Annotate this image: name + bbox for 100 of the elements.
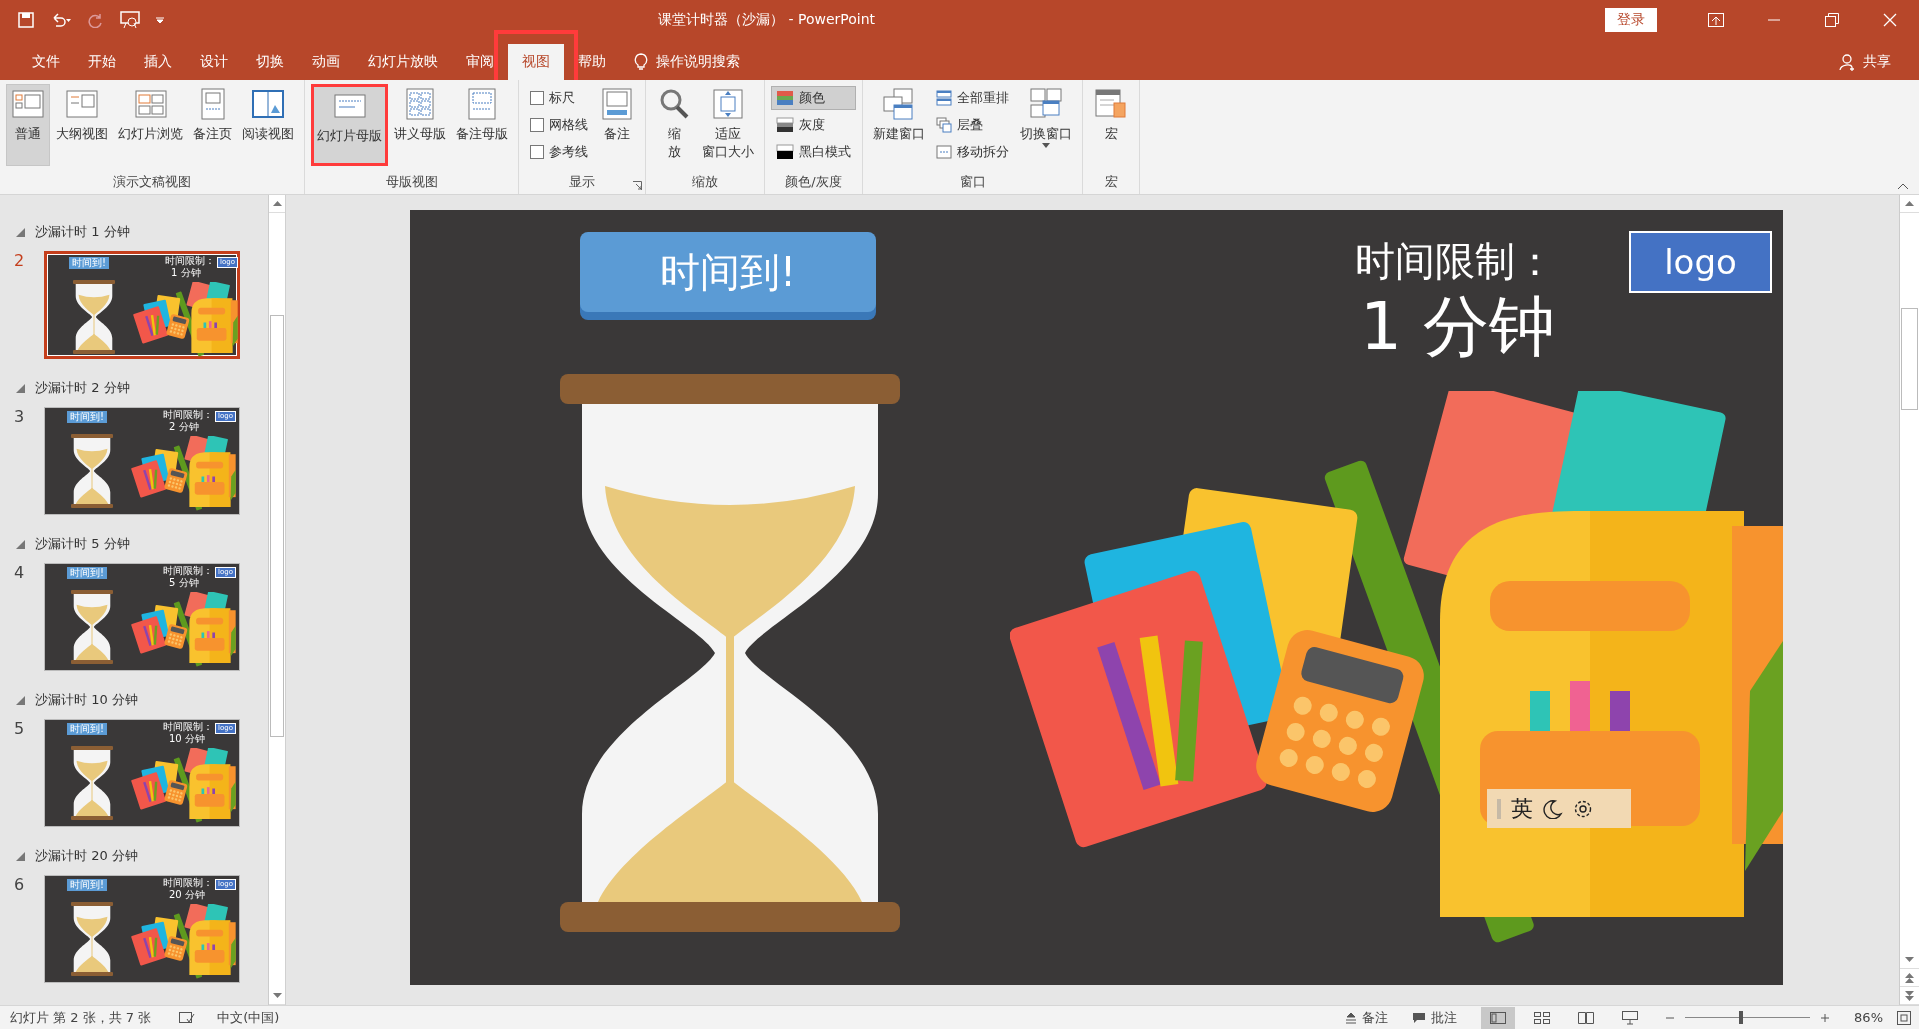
ribbon-button[interactable]: 备注母版 bbox=[452, 84, 512, 166]
drag-handle-icon bbox=[1497, 798, 1501, 819]
ribbon-tab[interactable]: 审阅 bbox=[452, 44, 508, 80]
ribbon-button[interactable]: 备注页 bbox=[189, 84, 236, 166]
language-indicator[interactable]: 中文(中国) bbox=[217, 1008, 280, 1027]
thumbnail-duration: 2 分钟 bbox=[169, 422, 199, 432]
ribbon-tab[interactable]: 视图 bbox=[508, 44, 564, 80]
zoom-in-icon bbox=[1820, 1012, 1831, 1023]
ribbon-button[interactable]: 全部重排 bbox=[931, 86, 1014, 110]
fit-slide-icon bbox=[1897, 1010, 1911, 1025]
slide-grid-icon bbox=[133, 87, 168, 121]
notes-button[interactable]: 备注 bbox=[1345, 1008, 1389, 1027]
grid-view-icon bbox=[1534, 1011, 1551, 1024]
close-icon bbox=[1883, 13, 1897, 27]
previous-slide-icon bbox=[1905, 972, 1914, 983]
move-split-icon bbox=[936, 144, 952, 160]
group-label: 母版视图 bbox=[385, 173, 438, 191]
checkbox[interactable] bbox=[530, 118, 544, 132]
group-label: 演示文稿视图 bbox=[113, 173, 191, 191]
ribbon-button[interactable]: 新建窗口 bbox=[869, 84, 929, 166]
zoom-slider-thumb[interactable] bbox=[1739, 1011, 1744, 1024]
checkbox-label: 参考线 bbox=[549, 143, 588, 161]
next-slide-icon bbox=[1905, 990, 1914, 1001]
save-icon bbox=[18, 12, 34, 28]
undo-icon bbox=[50, 12, 72, 28]
ime-toolbar[interactable]: 英 bbox=[1487, 789, 1631, 828]
section-title[interactable]: 沙漏计时 1 分钟 bbox=[35, 223, 130, 241]
share-button[interactable]: 共享 bbox=[1839, 44, 1891, 80]
ribbon-tab[interactable]: 幻灯片放映 bbox=[354, 44, 452, 80]
ribbon-tab[interactable]: 设计 bbox=[186, 44, 242, 80]
ribbon-button[interactable]: 灰度 bbox=[771, 113, 856, 137]
ribbon-tab[interactable]: 文件 bbox=[18, 44, 74, 80]
moon-icon bbox=[1543, 798, 1563, 819]
ribbon-tab[interactable]: 帮助 bbox=[564, 44, 620, 80]
person-add-icon bbox=[1839, 53, 1857, 71]
ribbon-button[interactable]: 黑白模式 bbox=[771, 140, 856, 164]
ribbon-button[interactable]: 讲义母版 bbox=[390, 84, 450, 166]
expanded-triangle-icon bbox=[16, 695, 25, 705]
thumbnail-limit-label: 时间限制： bbox=[163, 410, 213, 420]
notes-master-icon bbox=[465, 87, 499, 121]
gear-icon bbox=[1573, 798, 1593, 819]
section-title[interactable]: 沙漏计时 5 分钟 bbox=[35, 535, 130, 553]
ribbon-button[interactable]: 大纲视图 bbox=[52, 84, 112, 166]
input-mode-toggle[interactable]: 英 bbox=[1511, 793, 1533, 824]
section-title[interactable]: 沙漏计时 10 分钟 bbox=[35, 691, 138, 709]
cascade-icon bbox=[936, 117, 952, 133]
group-label: 窗口 bbox=[959, 173, 986, 191]
ribbon-tab[interactable]: 插入 bbox=[130, 44, 186, 80]
ribbon-button[interactable]: 移动拆分 bbox=[931, 140, 1014, 164]
ribbon-button[interactable]: 切换窗口 bbox=[1016, 84, 1076, 166]
ribbon-tab[interactable]: 动画 bbox=[298, 44, 354, 80]
checkbox-option[interactable]: 标尺 bbox=[525, 86, 593, 110]
section-title[interactable]: 沙漏计时 2 分钟 bbox=[35, 379, 130, 397]
group-label: 显示 bbox=[569, 173, 595, 191]
tell-me-search[interactable]: 操作说明搜索 bbox=[656, 53, 740, 71]
ribbon-display-icon bbox=[1708, 13, 1724, 27]
comment-icon bbox=[1412, 1011, 1427, 1024]
checkbox-option[interactable]: 网格线 bbox=[525, 113, 593, 137]
ribbon-button[interactable]: 适应 窗口大小 bbox=[698, 84, 758, 166]
checkbox-label: 网格线 bbox=[549, 116, 588, 134]
ribbon-button[interactable]: 普通 bbox=[6, 84, 50, 166]
grayscale-swatch-icon bbox=[776, 117, 794, 133]
thumbnail-duration: 5 分钟 bbox=[169, 578, 199, 588]
notes-lines-icon bbox=[1345, 1011, 1358, 1024]
scroll-up-icon bbox=[1905, 201, 1914, 206]
zoom-percentage[interactable]: 86% bbox=[1854, 1010, 1883, 1025]
redo-icon bbox=[88, 12, 104, 28]
ribbon-button[interactable]: 幻灯片浏览 bbox=[114, 84, 187, 166]
dialog-launcher-icon[interactable] bbox=[633, 181, 642, 190]
macro-icon bbox=[1094, 87, 1128, 121]
ribbon-tab[interactable]: 开始 bbox=[74, 44, 130, 80]
spell-check-icon bbox=[179, 1010, 196, 1025]
ribbon-button[interactable]: 阅读视图 bbox=[238, 84, 298, 166]
scrollbar-thumb[interactable] bbox=[270, 315, 284, 737]
checkbox[interactable] bbox=[530, 91, 544, 105]
ribbon-button[interactable]: 备注 bbox=[595, 84, 639, 166]
scrollbar-thumb[interactable] bbox=[1901, 308, 1918, 410]
checkbox-option[interactable]: 参考线 bbox=[525, 140, 593, 164]
section-title[interactable]: 沙漏计时 20 分钟 bbox=[35, 847, 138, 865]
sign-in-button[interactable]: 登录 bbox=[1605, 8, 1657, 32]
checkbox[interactable] bbox=[530, 145, 544, 159]
thumbnail-badge: 时间到! bbox=[67, 567, 107, 579]
ribbon-tab[interactable]: 切换 bbox=[242, 44, 298, 80]
comments-button[interactable]: 批注 bbox=[1412, 1008, 1458, 1027]
slide-number: 5 bbox=[14, 719, 26, 740]
thumbnail-duration: 10 分钟 bbox=[169, 734, 205, 744]
restore-icon bbox=[1825, 13, 1839, 27]
expanded-triangle-icon bbox=[16, 539, 25, 549]
notes-icon bbox=[600, 87, 634, 121]
scroll-down-icon bbox=[1905, 957, 1914, 962]
normal-view-icon bbox=[1490, 1011, 1507, 1024]
time-limit-label: 时间限制： bbox=[1355, 237, 1555, 286]
ribbon-button[interactable]: 颜色 bbox=[771, 86, 856, 110]
ribbon-button[interactable]: 幻灯片母版 bbox=[311, 84, 388, 166]
color-swatch-icon bbox=[776, 90, 794, 106]
ribbon-button[interactable]: 缩 放 bbox=[652, 84, 696, 166]
ribbon-button[interactable]: 宏 bbox=[1089, 84, 1133, 166]
view-button[interactable] bbox=[1481, 1006, 1516, 1029]
ribbon-button[interactable]: 层叠 bbox=[931, 113, 1014, 137]
collapse-ribbon-icon[interactable] bbox=[1897, 183, 1909, 190]
